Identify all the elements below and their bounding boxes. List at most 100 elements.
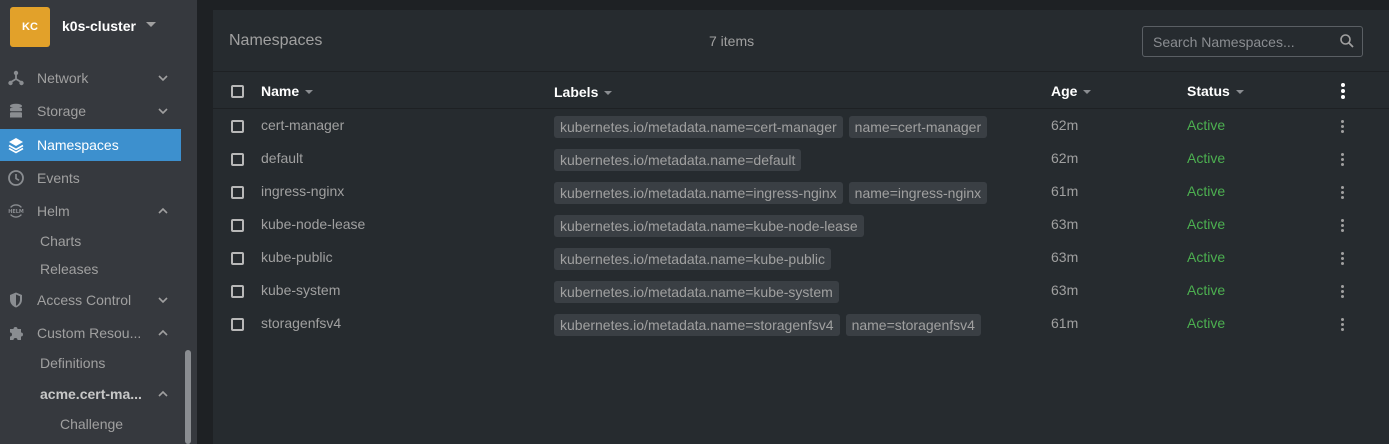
status-badge: Active	[1187, 282, 1226, 298]
label-badge: kubernetes.io/metadata.name=kube-system	[554, 281, 839, 303]
row-checkbox[interactable]	[231, 252, 244, 265]
status-badge: Active	[1187, 315, 1226, 331]
label-badge: kubernetes.io/metadata.name=kube-public	[554, 248, 832, 270]
sidebar-item-helm[interactable]: HELM Helm	[0, 195, 181, 227]
row-menu-icon[interactable]	[1341, 186, 1345, 199]
column-menu-icon[interactable]	[1341, 83, 1345, 99]
puzzle-icon	[7, 324, 25, 342]
sort-icon	[1235, 90, 1244, 95]
table-row[interactable]: kube-system kubernetes.io/metadata.name=k…	[213, 275, 1389, 308]
table-row[interactable]: kube-node-lease kubernetes.io/metadata.na…	[213, 209, 1389, 242]
search-input[interactable]	[1143, 27, 1333, 56]
sidebar-item-label: Helm	[37, 203, 70, 219]
network-icon	[7, 69, 25, 87]
select-all-checkbox[interactable]	[231, 85, 244, 98]
labels-cell: kubernetes.io/metadata.name=kube-node-le…	[554, 215, 864, 237]
row-checkbox[interactable]	[231, 186, 244, 199]
sidebar-item-namespaces[interactable]: Namespaces	[0, 129, 181, 161]
table-row[interactable]: ingress-nginx kubernetes.io/metadata.name…	[213, 176, 1389, 209]
sidebar-group-label: acme.cert-ma...	[40, 386, 142, 402]
labels-cell: kubernetes.io/metadata.name=kube-public	[554, 248, 832, 270]
sidebar-scrollbar[interactable]	[185, 350, 191, 444]
row-menu-icon[interactable]	[1341, 318, 1345, 331]
table-row[interactable]: kube-public kubernetes.io/metadata.name=k…	[213, 242, 1389, 275]
row-checkbox[interactable]	[231, 120, 244, 133]
label-badge: name=storagenfsv4	[845, 314, 981, 336]
status-badge: Active	[1187, 216, 1226, 232]
namespace-name[interactable]: cert-manager	[261, 117, 344, 133]
chevron-up-icon	[158, 329, 168, 336]
column-label: Labels	[554, 84, 599, 100]
labels-cell: kubernetes.io/metadata.name=cert-manager…	[554, 116, 988, 138]
sidebar-subitem-challenge[interactable]: Challenge	[60, 416, 123, 432]
chevron-down-icon	[158, 75, 168, 82]
sort-icon	[1083, 90, 1092, 95]
sidebar-item-access-control[interactable]: Access Control	[0, 284, 181, 316]
item-count: 7 items	[709, 33, 755, 49]
label-badge: kubernetes.io/metadata.name=kube-node-le…	[554, 215, 864, 237]
shield-icon	[7, 291, 25, 309]
row-menu-icon[interactable]	[1341, 120, 1345, 133]
sidebar-group-acme-cert-manager[interactable]: acme.cert-ma...	[0, 378, 181, 410]
column-label: Age	[1051, 83, 1078, 99]
sidebar-item-network[interactable]: Network	[0, 62, 181, 94]
page-title: Namespaces	[229, 32, 323, 49]
sidebar-item-storage[interactable]: Storage	[0, 95, 181, 127]
age-cell: 62m	[1051, 150, 1079, 166]
caret-down-icon	[146, 22, 156, 27]
chevron-up-icon	[158, 390, 168, 397]
sidebar-subitem-definitions[interactable]: Definitions	[40, 355, 105, 371]
age-cell: 63m	[1051, 216, 1079, 232]
row-checkbox[interactable]	[231, 153, 244, 166]
label-badge: kubernetes.io/metadata.name=ingress-ngin…	[554, 182, 843, 204]
sidebar-subitem-charts[interactable]: Charts	[40, 233, 81, 249]
row-menu-icon[interactable]	[1341, 153, 1345, 166]
sidebar-item-custom-resources[interactable]: Custom Resou...	[0, 317, 181, 349]
namespace-name[interactable]: kube-node-lease	[261, 216, 365, 232]
column-header-age[interactable]: Age	[1051, 83, 1092, 99]
svg-text:HELM: HELM	[8, 209, 24, 215]
column-header-status[interactable]: Status	[1187, 83, 1244, 99]
table-row[interactable]: cert-manager kubernetes.io/metadata.name=…	[213, 110, 1389, 143]
storage-icon	[7, 102, 25, 120]
namespaces-panel: Namespaces 7 items Name Labels Age Statu…	[213, 10, 1389, 444]
label-badge: name=cert-manager	[848, 116, 988, 138]
age-cell: 63m	[1051, 249, 1079, 265]
sidebar-item-label: Storage	[37, 103, 87, 119]
search-icon[interactable]	[1339, 33, 1355, 49]
sidebar-subitem-releases[interactable]: Releases	[40, 261, 98, 277]
namespace-name[interactable]: default	[261, 150, 303, 166]
table-header: Name Labels Age Status	[213, 73, 1389, 109]
age-cell: 61m	[1051, 315, 1079, 331]
table-row[interactable]: storagenfsv4 kubernetes.io/metadata.name=…	[213, 308, 1389, 341]
sidebar-item-events[interactable]: Events	[0, 162, 181, 194]
label-badge: kubernetes.io/metadata.name=cert-manager	[554, 116, 843, 138]
status-badge: Active	[1187, 249, 1226, 265]
table-row[interactable]: default kubernetes.io/metadata.name=defau…	[213, 143, 1389, 176]
labels-cell: kubernetes.io/metadata.name=default	[554, 149, 802, 171]
row-menu-icon[interactable]	[1341, 285, 1345, 298]
age-cell: 62m	[1051, 117, 1079, 133]
row-checkbox[interactable]	[231, 219, 244, 232]
chevron-down-icon	[158, 108, 168, 115]
row-checkbox[interactable]	[231, 285, 244, 298]
namespace-name[interactable]: kube-system	[261, 282, 340, 298]
column-header-name[interactable]: Name	[261, 83, 314, 99]
cluster-switcher[interactable]: KC k0s-cluster	[0, 0, 197, 56]
row-checkbox[interactable]	[231, 318, 244, 331]
labels-cell: kubernetes.io/metadata.name=ingress-ngin…	[554, 182, 988, 204]
column-label: Name	[261, 83, 300, 99]
search-box	[1142, 26, 1363, 57]
namespace-name[interactable]: kube-public	[261, 249, 333, 265]
status-badge: Active	[1187, 117, 1226, 133]
labels-cell: kubernetes.io/metadata.name=kube-system	[554, 281, 839, 303]
column-header-labels[interactable]: Labels	[554, 84, 613, 100]
namespace-name[interactable]: ingress-nginx	[261, 183, 344, 199]
row-menu-icon[interactable]	[1341, 252, 1345, 265]
chevron-down-icon	[158, 297, 168, 304]
row-menu-icon[interactable]	[1341, 219, 1345, 232]
label-badge: kubernetes.io/metadata.name=storagenfsv4	[554, 314, 840, 336]
namespace-name[interactable]: storagenfsv4	[261, 315, 341, 331]
cluster-avatar: KC	[10, 7, 50, 47]
column-label: Status	[1187, 83, 1230, 99]
